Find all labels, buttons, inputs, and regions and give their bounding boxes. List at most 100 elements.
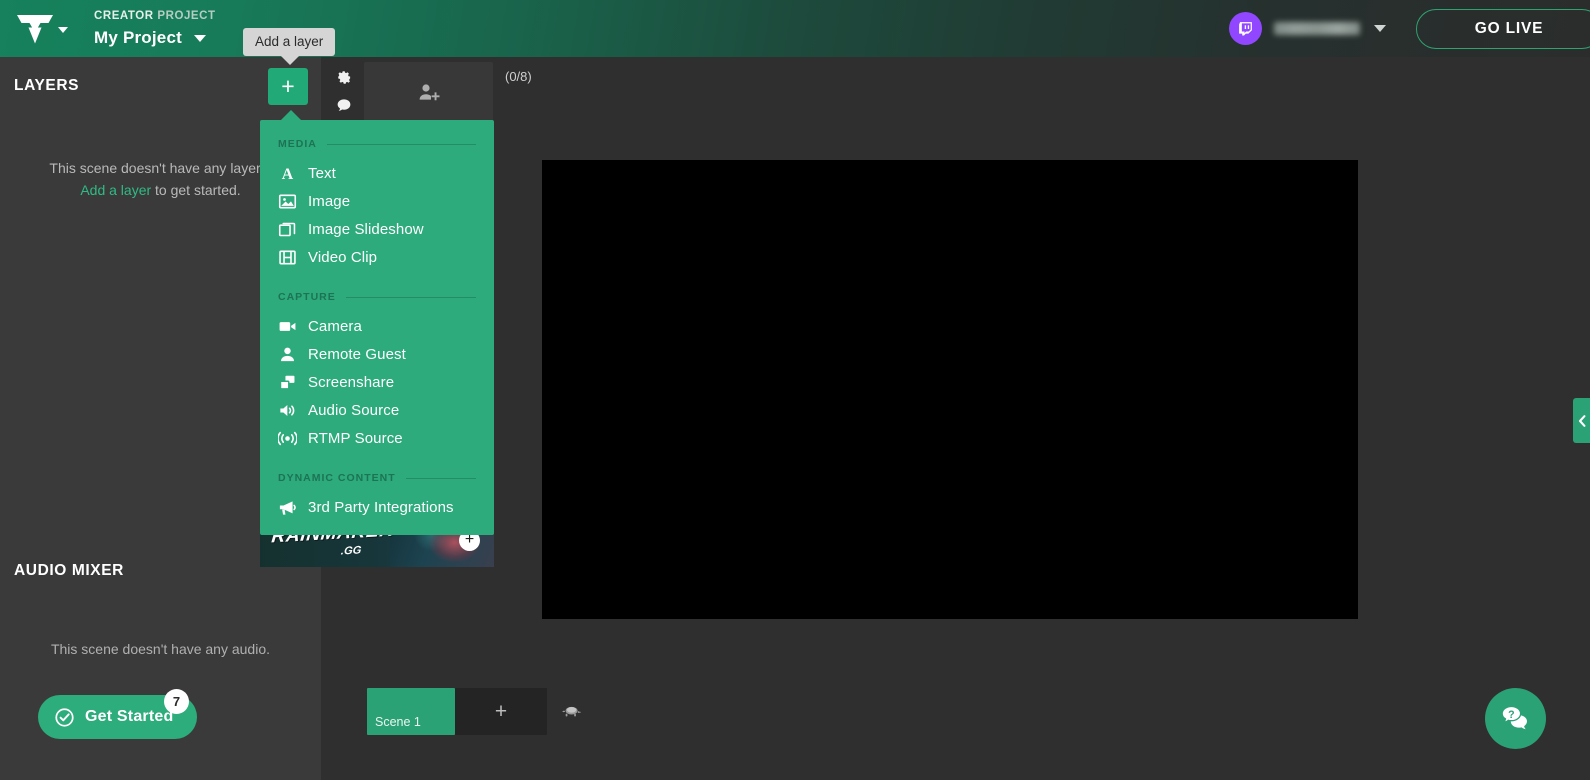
transition-turtle-icon[interactable] [562,704,582,719]
broadcast-icon [278,429,297,448]
check-circle-icon [55,707,74,727]
chevron-left-icon [1578,414,1585,427]
gear-icon[interactable] [333,66,355,88]
menu-item-label: Screenshare [308,373,395,391]
promo-tld: .GG [340,544,362,558]
menu-section-divider [405,477,476,479]
film-icon-glyph [279,250,296,264]
add-layer-button[interactable]: + [268,68,308,105]
menu-item-label: Image Slideshow [308,220,424,238]
lightstream-logo[interactable] [14,10,68,48]
turtle-glyph-icon [562,706,581,717]
help-chat-icon: ? [1501,705,1528,730]
speaker-icon-glyph [280,404,295,416]
project-kicker: CREATOR PROJECT [94,11,216,23]
get-started-badge: 7 [164,689,189,714]
broadcast-icon-glyph [278,431,297,445]
menu-item-image-slideshow[interactable]: Image Slideshow [260,215,494,243]
project-name: My Project [94,27,182,47]
header-right-cluster: GO LIVE [1229,8,1590,49]
menu-section-divider [326,143,476,145]
menu-item-image[interactable]: Image [260,187,494,215]
menu-item-3rd-party-integrations[interactable]: 3rd Party Integrations [260,493,494,521]
add-layer-menu: MEDIA A Text Image Image Slideshow Video Clip… [260,110,494,535]
image-icon-glyph [278,194,297,208]
menu-item-video-clip[interactable]: Video Clip [260,243,494,271]
menu-section-label: DYNAMIC CONTENT [278,472,396,484]
text-a-icon: A [278,164,297,183]
slideshow-icon-glyph [278,222,296,236]
chat-bubble-glyph-icon [337,98,351,111]
video-camera-icon-glyph [279,321,296,331]
add-layer-tooltip: Add a layer [243,28,336,65]
add-person-icon [419,83,439,100]
add-scene-button[interactable]: + [455,688,547,735]
menu-section-label: MEDIA [278,138,317,150]
account-chevron-down-icon[interactable] [1374,25,1386,32]
menu-item-label: Video Clip [308,248,378,266]
speaker-icon [278,401,297,420]
menu-item-rtmp-source[interactable]: RTMP Source [260,424,494,452]
project-block: CREATOR PROJECT My Project [94,11,216,46]
screenshare-icon-glyph [279,375,295,390]
get-started-label: Get Started [85,708,174,725]
text-a-icon-glyph: A [282,166,294,183]
plus-icon: + [494,700,508,723]
menu-item-screenshare[interactable]: Screenshare [260,368,494,396]
go-live-button[interactable]: GO LIVE [1416,8,1590,49]
scene-tab-label: Scene 1 [375,715,421,729]
gear-glyph-icon [337,70,350,84]
menu-item-audio-source[interactable]: Audio Source [260,396,494,424]
top-toolstrip: (0/8) [321,57,1590,127]
menu-section-header: CAPTURE [260,291,494,303]
plus-icon: + [281,73,295,99]
twitch-glyph-icon [1239,22,1252,36]
megaphone-icon [278,498,297,517]
menu-section-header: DYNAMIC CONTENT [260,472,494,484]
menu-item-label: RTMP Source [308,429,403,447]
right-panel-toggle[interactable] [1573,398,1590,443]
menu-section-header: MEDIA [260,138,494,150]
help-support-button[interactable]: ? [1485,688,1546,749]
project-kicker-rest: PROJECT [153,10,216,23]
video-camera-icon [278,317,297,336]
audio-mixer-title: AUDIO MIXER [14,562,124,579]
menu-item-remote-guest[interactable]: Remote Guest [260,340,494,368]
app-root: CREATOR PROJECT My Project GO LIVE Add a… [0,0,1590,780]
toolstrip-icon-column [326,66,362,116]
guest-count-label: (0/8) [505,69,532,84]
invite-guest-button[interactable] [364,62,493,121]
chat-bubble-icon[interactable] [333,94,355,116]
svg-text:A: A [282,166,294,183]
layers-empty-suffix: to get started. [151,182,241,199]
menu-item-text[interactable]: A Text [260,159,494,187]
menu-section-divider [345,296,476,298]
main-stage: Scene 1 + [321,127,1590,780]
svg-text:?: ? [1508,709,1515,721]
person-icon [278,345,297,364]
menu-item-label: Camera [308,317,362,335]
menu-item-label: 3rd Party Integrations [308,498,454,516]
app-header: CREATOR PROJECT My Project GO LIVE [0,0,1590,57]
project-kicker-strong: CREATOR [94,10,154,23]
scene-tab-scene-1[interactable]: Scene 1 [367,688,455,735]
twitch-icon[interactable] [1229,12,1262,45]
image-icon [278,192,297,211]
menu-item-label: Text [308,164,336,182]
chevron-down-icon [193,35,206,43]
menu-item-label: Audio Source [308,401,400,419]
lightstream-logo-icon [17,14,53,43]
preview-canvas[interactable] [542,160,1358,619]
menu-item-label: Image [308,192,351,210]
megaphone-icon-glyph [279,500,296,515]
project-selector[interactable]: My Project [94,29,216,46]
film-icon [278,248,297,267]
audio-mixer-empty-state: This scene doesn't have any audio. [50,641,271,657]
logo-caret-icon [58,26,68,33]
screenshare-icon [278,373,297,392]
account-name [1274,22,1360,35]
menu-section-label: CAPTURE [278,291,336,303]
scene-bar: Scene 1 + [367,688,582,735]
add-a-layer-link[interactable]: Add a layer [80,182,151,198]
menu-item-camera[interactable]: Camera [260,312,494,340]
